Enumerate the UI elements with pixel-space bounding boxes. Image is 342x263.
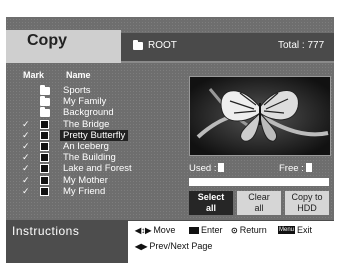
list-item-label: Background bbox=[63, 107, 114, 119]
image-file-icon bbox=[40, 164, 49, 174]
prev-next-label: Prev/Next Page bbox=[149, 241, 213, 251]
list-item-label: Pretty Butterfly bbox=[60, 129, 129, 141]
clear-all-button[interactable]: Clear all bbox=[237, 191, 281, 215]
mark-column-header: Mark bbox=[23, 70, 45, 80]
page-title: Copy bbox=[27, 32, 67, 49]
folder-icon bbox=[133, 39, 143, 50]
capacity-bar bbox=[189, 178, 329, 186]
folder-item-background[interactable]: Background bbox=[22, 107, 182, 118]
file-item-my-friend[interactable]: ✓ My Friend bbox=[22, 186, 182, 197]
image-file-icon bbox=[40, 141, 49, 151]
list-item-label: An Iceberg bbox=[63, 140, 109, 152]
folder-item-sports[interactable]: Sports bbox=[22, 85, 182, 96]
prev-next-hint: ◀▶ Prev/Next Page bbox=[135, 241, 212, 251]
list-item-label: My Friend bbox=[63, 185, 106, 197]
list-item-label: The Bridge bbox=[63, 118, 110, 130]
folder-icon bbox=[40, 107, 50, 118]
free-value-box bbox=[305, 163, 312, 172]
enter-label: Enter bbox=[201, 225, 223, 235]
instructions-title: Instructions bbox=[12, 224, 80, 238]
leftright-arrow-icon: ◀▶ bbox=[135, 241, 148, 251]
file-item-the-building[interactable]: ✓ The Building bbox=[22, 152, 182, 163]
image-preview bbox=[189, 76, 331, 156]
exit-hint: Menu Exit bbox=[278, 225, 312, 235]
copy-to-hdd-button[interactable]: Copy to HDD bbox=[285, 191, 329, 215]
check-mark-icon: ✓ bbox=[22, 118, 30, 129]
butterfly-photo bbox=[190, 77, 330, 155]
image-file-icon bbox=[40, 186, 49, 196]
button-label-line2: all bbox=[205, 203, 216, 213]
file-item-pretty-butterfly[interactable]: ✓ Pretty Butterfly bbox=[22, 129, 182, 141]
select-all-button[interactable]: Select all bbox=[189, 191, 233, 215]
image-file-icon bbox=[40, 119, 49, 129]
list-item-label: Lake and Forest bbox=[63, 163, 132, 175]
list-item-label: Sports bbox=[63, 85, 91, 96]
file-item-my-mother[interactable]: ✓ My Mother bbox=[22, 175, 182, 186]
list-item-label: My Mother bbox=[63, 174, 108, 186]
file-item-an-iceberg[interactable]: ✓ An Iceberg bbox=[22, 141, 182, 152]
button-label-line1: Select bbox=[197, 192, 225, 202]
top-frame bbox=[0, 0, 342, 17]
return-label: Return bbox=[239, 225, 267, 235]
current-folder-label: ROOT bbox=[148, 40, 177, 51]
return-hint: ⊙ Return bbox=[231, 225, 267, 235]
used-value-box bbox=[218, 163, 225, 172]
button-label-line1: Clear bbox=[248, 192, 270, 202]
total-count: Total : 777 bbox=[278, 40, 325, 51]
folder-icon bbox=[40, 85, 50, 95]
current-folder: ROOT bbox=[133, 39, 177, 51]
check-mark-icon: ✓ bbox=[22, 163, 30, 174]
check-mark-icon: ✓ bbox=[22, 185, 30, 196]
check-mark-icon: ✓ bbox=[22, 152, 30, 163]
free-label: Free : bbox=[279, 163, 304, 174]
move-hint: ◀↕▶ Move bbox=[135, 225, 175, 235]
name-column-header: Name bbox=[66, 70, 91, 80]
button-label-line2: all bbox=[254, 203, 264, 213]
check-mark-icon: ✓ bbox=[22, 140, 30, 151]
used-label: Used : bbox=[189, 163, 217, 174]
copy-screen: Copy ROOT Total : 777 Mark Name Sports M… bbox=[0, 0, 342, 263]
list-item-label: The Building bbox=[63, 152, 116, 164]
exit-label: Exit bbox=[297, 225, 313, 235]
free-space: Free : bbox=[279, 163, 312, 174]
move-label: Move bbox=[153, 225, 176, 235]
check-mark-icon: ✓ bbox=[22, 174, 30, 185]
button-label-line1: Copy to bbox=[291, 192, 323, 202]
check-mark-icon: ✓ bbox=[22, 129, 30, 140]
image-file-icon bbox=[40, 153, 49, 163]
menu-key-icon: Menu bbox=[278, 226, 296, 234]
return-icon: ⊙ bbox=[231, 225, 238, 235]
enter-icon bbox=[189, 226, 199, 234]
folder-item-my-family[interactable]: My Family bbox=[22, 96, 182, 107]
enter-hint: Enter bbox=[189, 225, 223, 235]
used-space: Used : bbox=[189, 163, 225, 174]
list-item-label: My Family bbox=[63, 96, 107, 108]
image-file-icon bbox=[40, 175, 49, 185]
right-frame bbox=[334, 0, 342, 263]
button-label-line2: HDD bbox=[297, 203, 317, 213]
file-item-the-bridge[interactable]: ✓ The Bridge bbox=[22, 119, 182, 130]
updown-arrow-icon: ◀↕▶ bbox=[135, 225, 152, 235]
folder-icon bbox=[40, 96, 50, 107]
file-item-lake-and-forest[interactable]: ✓ Lake and Forest bbox=[22, 163, 182, 174]
file-list: Sports My Family Background ✓ The Bridge… bbox=[22, 85, 182, 197]
image-file-icon bbox=[40, 130, 49, 140]
